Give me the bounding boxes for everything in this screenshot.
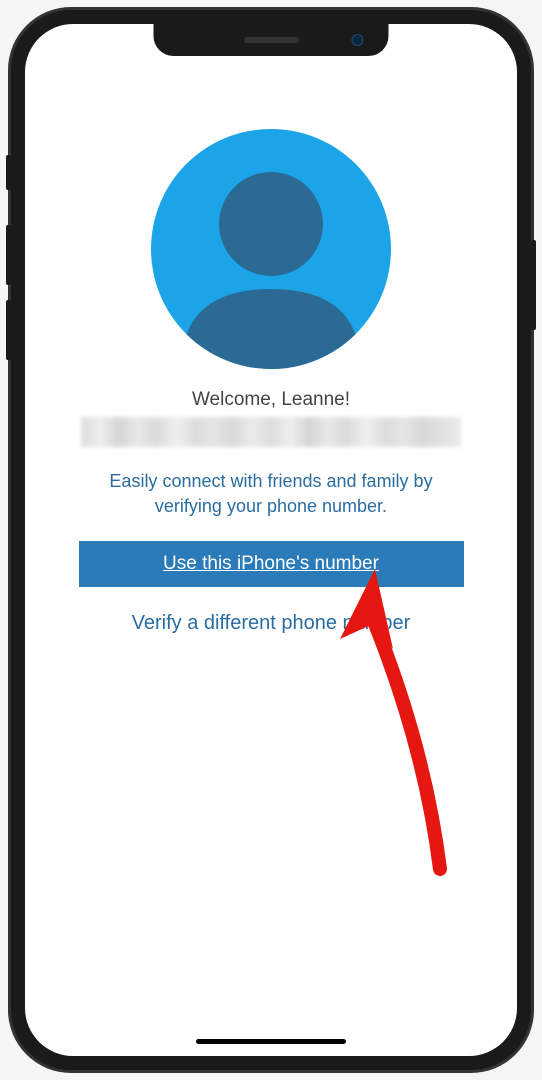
power-button <box>531 240 536 330</box>
speaker-grille <box>244 37 299 43</box>
avatar-placeholder[interactable] <box>151 129 391 369</box>
mute-switch <box>6 155 11 190</box>
home-indicator[interactable] <box>196 1039 346 1044</box>
phone-device-frame: Welcome, Leanne! Easily connect with fri… <box>11 10 531 1070</box>
device-notch <box>154 24 389 56</box>
volume-down-button <box>6 300 11 360</box>
screen-area: Welcome, Leanne! Easily connect with fri… <box>25 24 517 1056</box>
verify-different-number-link[interactable]: Verify a different phone number <box>132 612 411 635</box>
redacted-info <box>81 417 461 447</box>
verification-description: Easily connect with friends and family b… <box>55 469 487 519</box>
app-screen: Welcome, Leanne! Easily connect with fri… <box>25 24 517 1056</box>
person-silhouette-icon <box>151 129 391 369</box>
welcome-greeting: Welcome, Leanne! <box>192 389 350 411</box>
front-camera <box>352 34 364 46</box>
use-this-number-button[interactable]: Use this iPhone's number <box>79 541 464 587</box>
volume-up-button <box>6 225 11 285</box>
